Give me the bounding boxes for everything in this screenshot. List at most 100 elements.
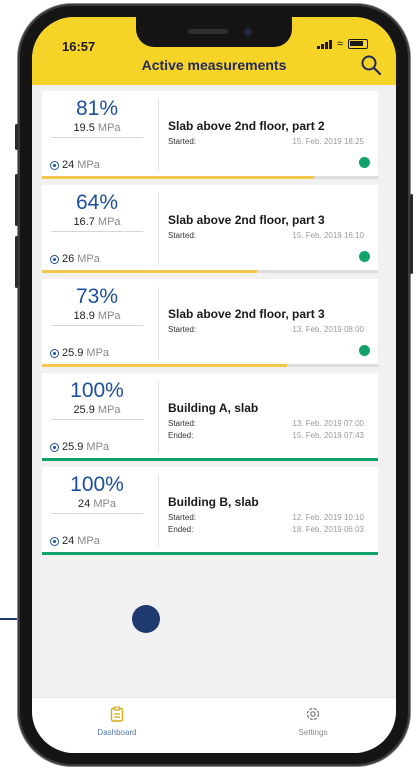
measurement-name: Slab above 2nd floor, part 3 (168, 307, 325, 321)
started-row: Started: 15. Feb. 2019 18:25 (168, 137, 364, 146)
active-status-dot (359, 345, 370, 356)
started-row: Started: 13. Feb. 2019 07:00 (168, 419, 364, 428)
page-title: Active measurements (141, 57, 287, 73)
tab-dashboard[interactable]: Dashboard (72, 706, 162, 737)
current-value: 24 (78, 498, 91, 510)
measurement-summary: 64% 16.7 MPa 26 MPa (46, 191, 148, 267)
target-unit: MPa (77, 535, 100, 547)
tab-settings[interactable]: Settings (268, 706, 358, 737)
current-strength: 16.7 MPa (46, 216, 148, 228)
target-value: 24 (62, 535, 75, 547)
ended-date: 18. Feb. 2019 06:03 (292, 525, 364, 534)
measurement-name: Slab above 2nd floor, part 2 (168, 119, 325, 133)
measurement-card[interactable]: 100% 25.9 MPa 25.9 MPa Building A, slab … (42, 373, 378, 461)
measurement-summary: 81% 19.5 MPa 24 MPa (46, 97, 148, 173)
divider (51, 137, 143, 138)
started-date: 15. Feb. 2019 18:25 (292, 137, 364, 146)
current-value: 19.5 (73, 122, 95, 134)
started-label: Started: (168, 231, 197, 240)
current-unit: MPa (97, 310, 121, 322)
ended-row: Ended: 18. Feb. 2019 06:03 (168, 525, 364, 534)
current-strength: 24 MPa (46, 498, 148, 510)
tab-dashboard-label: Dashboard (97, 728, 137, 737)
progress-bar (42, 176, 315, 179)
current-strength: 18.9 MPa (46, 310, 148, 322)
volume-up-button (15, 174, 18, 226)
status-icons: ≈ (316, 38, 368, 50)
divider (51, 513, 143, 514)
ended-label: Ended: (168, 525, 194, 534)
active-status-dot (359, 251, 370, 262)
current-value: 25.9 (73, 404, 95, 416)
target-icon (50, 254, 59, 264)
target-strength: 26 MPa (50, 253, 100, 265)
started-label: Started: (168, 513, 197, 522)
target-icon (50, 442, 59, 452)
signal-icon (316, 39, 332, 49)
measurement-card[interactable]: 100% 24 MPa 24 MPa Building B, slab Star… (42, 467, 378, 555)
target-value: 25.9 (62, 347, 84, 359)
current-unit: MPa (97, 404, 121, 416)
gear-icon (306, 707, 320, 721)
current-value: 18.9 (73, 310, 95, 322)
started-row: Started: 13. Feb. 2019 08:00 (168, 325, 364, 334)
power-button (410, 194, 413, 274)
target-unit: MPa (77, 253, 100, 265)
divider (158, 287, 159, 359)
notch (136, 17, 292, 47)
divider (158, 381, 159, 453)
started-date: 13. Feb. 2019 08:00 (292, 325, 364, 334)
target-value: 25.9 (62, 441, 84, 453)
measurement-summary: 100% 25.9 MPa 25.9 MPa (46, 379, 148, 455)
phone-frame: 16:57 ≈ Active measurements 81% 19.5 MPa… (15, 4, 413, 766)
ended-row: Ended: 15. Feb. 2019 07:43 (168, 431, 364, 440)
mute-switch (15, 124, 18, 150)
progress-percent: 100% (70, 379, 124, 402)
started-row: Started: 12. Feb. 2019 10:10 (168, 513, 364, 522)
target-strength: 25.9 MPa (50, 441, 109, 453)
volume-down-button (15, 236, 18, 288)
target-strength: 25.9 MPa (50, 347, 109, 359)
measurement-summary: 73% 18.9 MPa 25.9 MPa (46, 285, 148, 361)
progress-percent: 73% (75, 285, 119, 308)
divider (158, 99, 159, 171)
started-row: Started: 15. Feb. 2019 16:10 (168, 231, 364, 240)
current-unit: MPa (97, 216, 121, 228)
progress-bar (42, 458, 378, 461)
target-icon (50, 348, 59, 358)
active-status-dot (359, 157, 370, 168)
tab-settings-label: Settings (298, 728, 328, 737)
measurement-name: Building B, slab (168, 495, 259, 509)
wifi-icon: ≈ (336, 38, 343, 50)
target-strength: 24 MPa (50, 159, 100, 171)
tab-bar: Dashboard Settings (32, 697, 396, 753)
measurement-card[interactable]: 73% 18.9 MPa 25.9 MPa Slab above 2nd flo… (42, 279, 378, 367)
progress-percent: 64% (75, 191, 119, 214)
battery-icon (348, 39, 368, 49)
measurement-name: Slab above 2nd floor, part 3 (168, 213, 325, 227)
target-unit: MPa (86, 347, 110, 359)
search-icon[interactable] (360, 54, 382, 76)
divider (158, 193, 159, 265)
speaker (188, 29, 228, 34)
camera (244, 28, 252, 36)
target-value: 26 (62, 253, 75, 265)
current-strength: 19.5 MPa (46, 122, 148, 134)
started-label: Started: (168, 325, 197, 334)
current-value: 16.7 (73, 216, 95, 228)
target-strength: 24 MPa (50, 535, 100, 547)
target-value: 24 (62, 159, 75, 171)
measurement-card[interactable]: 81% 19.5 MPa 24 MPa Slab above 2nd floor… (42, 91, 378, 179)
target-unit: MPa (86, 441, 110, 453)
progress-bar (42, 270, 258, 273)
started-label: Started: (168, 419, 197, 428)
started-date: 12. Feb. 2019 10:10 (292, 513, 364, 522)
started-label: Started: (168, 137, 197, 146)
measurement-card[interactable]: 64% 16.7 MPa 26 MPa Slab above 2nd floor… (42, 185, 378, 273)
divider (51, 419, 143, 420)
target-unit: MPa (77, 159, 100, 171)
divider (51, 325, 143, 326)
screen: 16:57 ≈ Active measurements 81% 19.5 MPa… (32, 17, 396, 753)
target-icon (50, 536, 59, 546)
status-time: 16:57 (62, 39, 96, 54)
